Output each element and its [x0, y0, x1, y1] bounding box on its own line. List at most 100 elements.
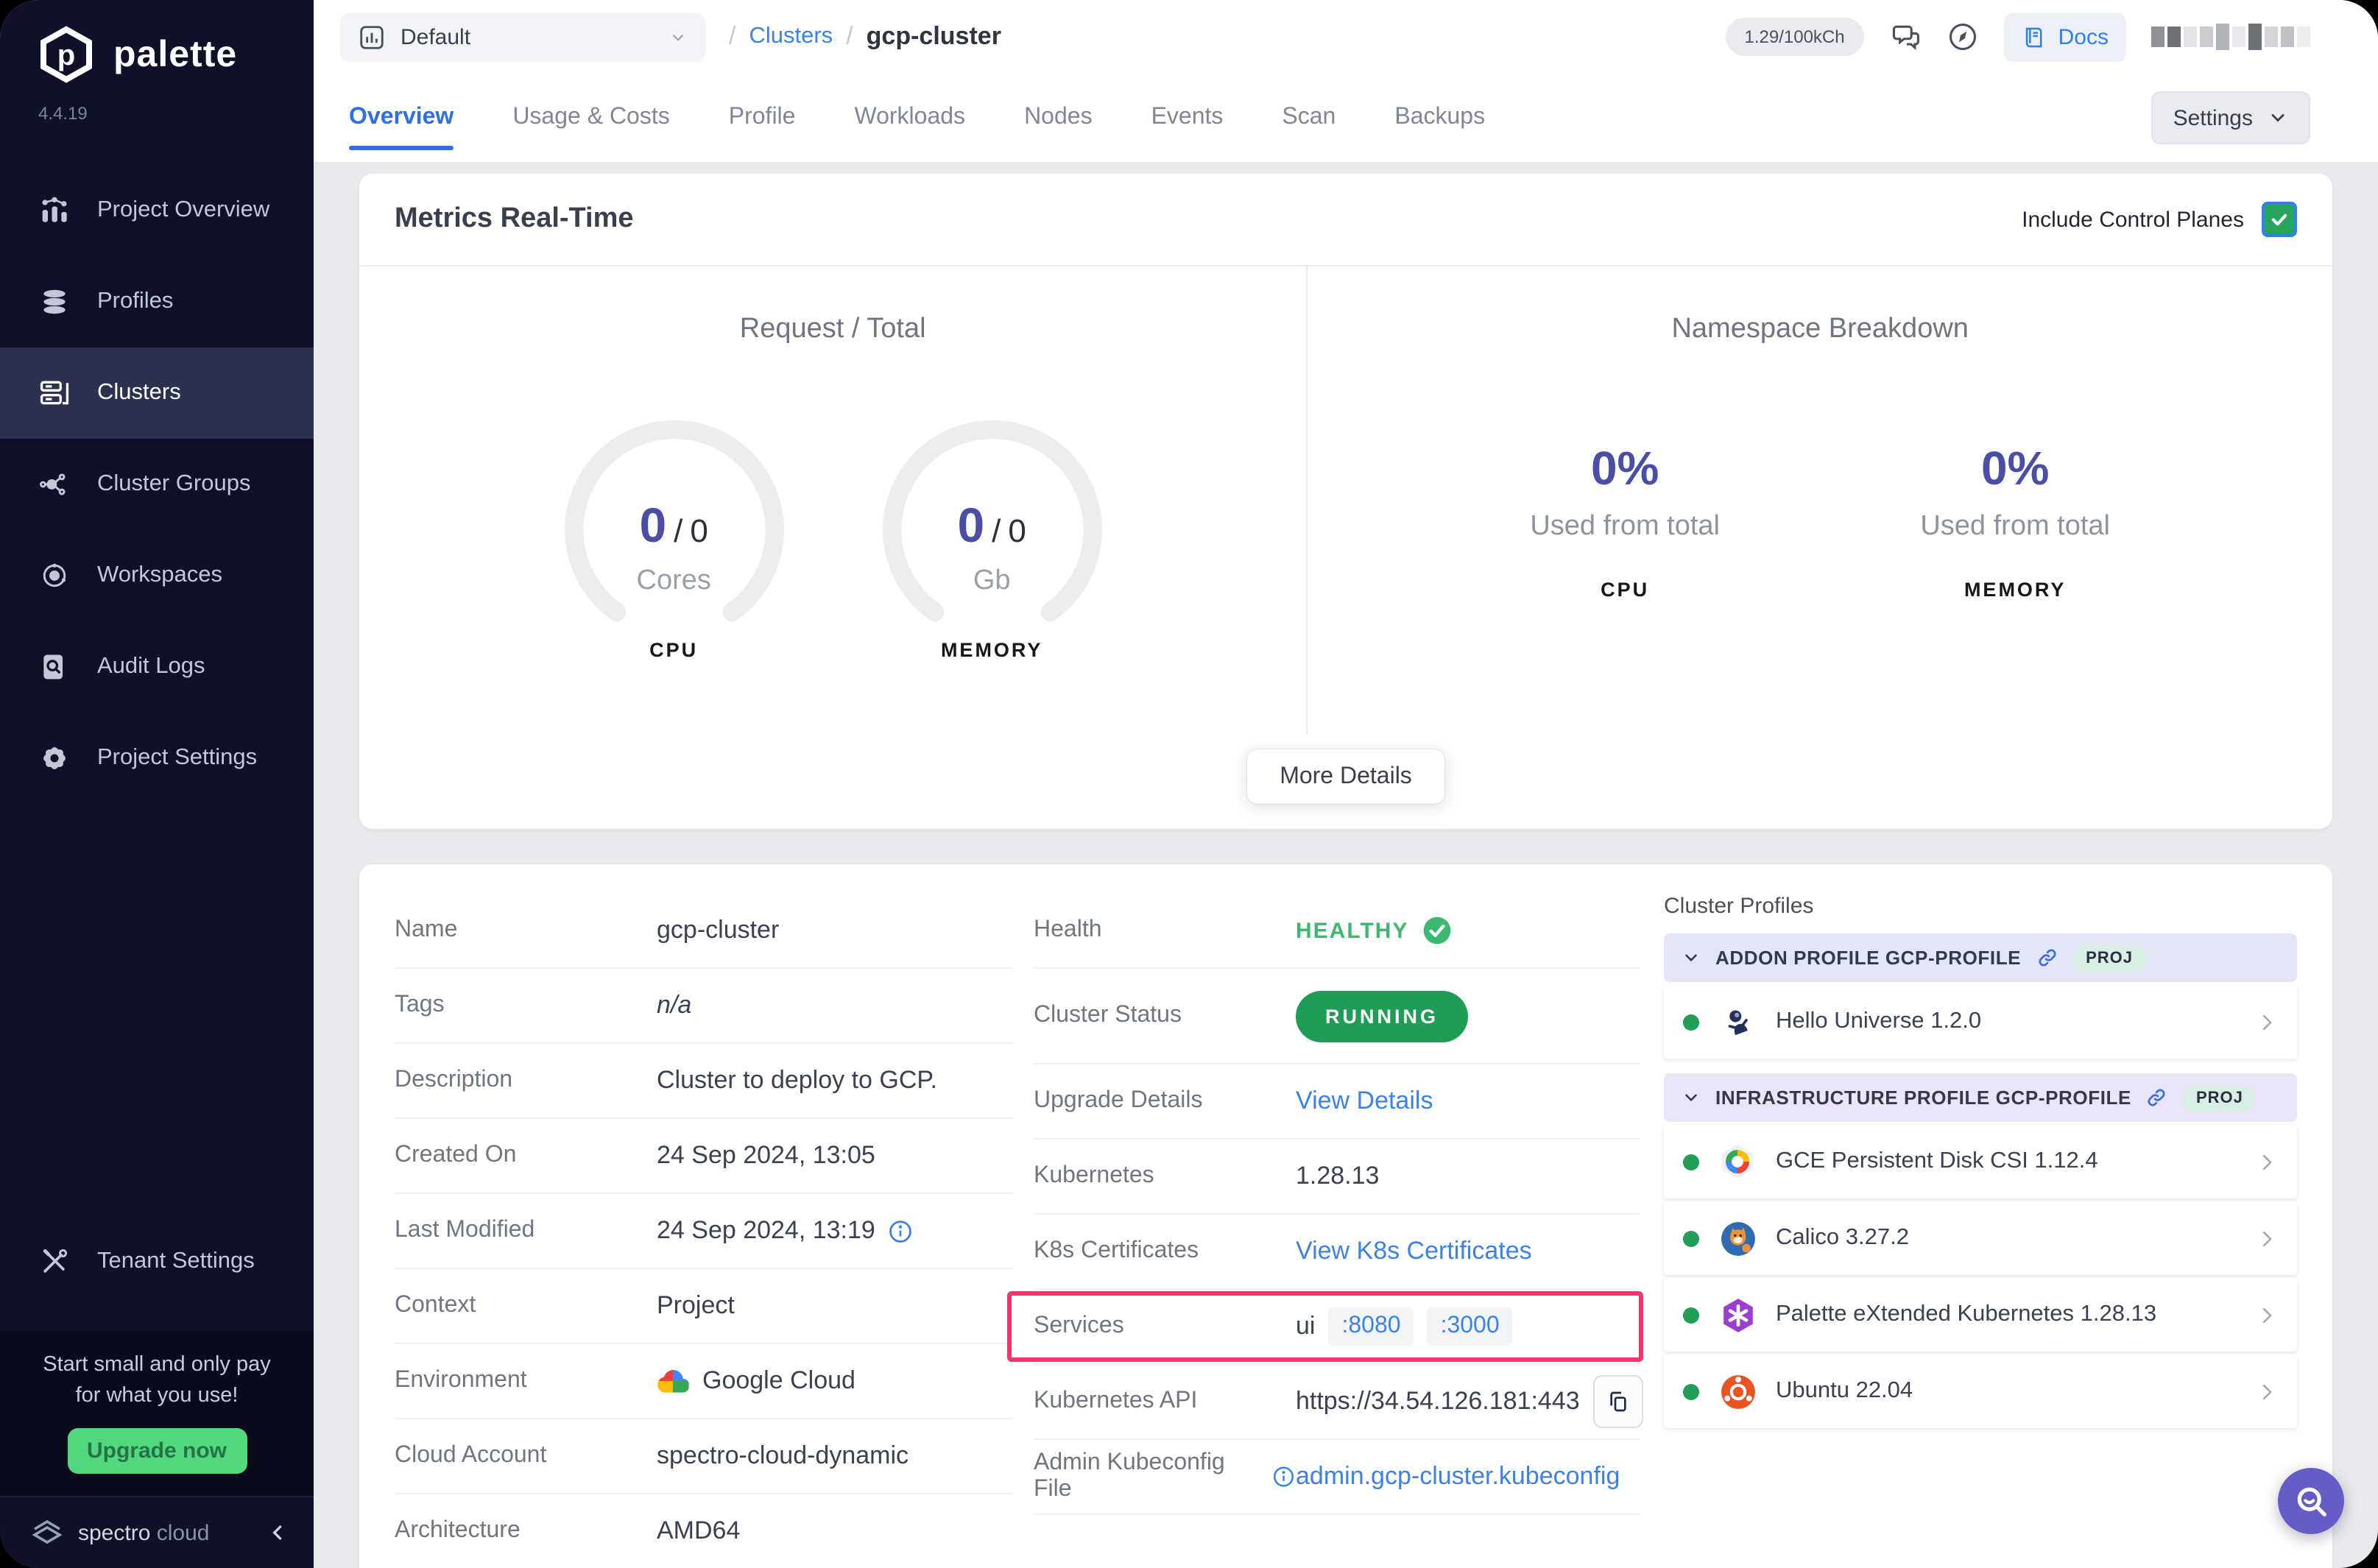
- profile-item-calico[interactable]: Calico 3.27.2: [1664, 1201, 2297, 1275]
- profile-item-gce-disk[interactable]: GCE Persistent Disk CSI 1.12.4: [1664, 1125, 2297, 1198]
- breadcrumb-current: gcp-cluster: [866, 22, 1001, 50]
- promo-text-line1: Start small and only pay: [43, 1352, 271, 1377]
- cluster-profiles-panel: Cluster Profiles ADDON PROFILE GCP-PROFI…: [1664, 894, 2297, 1568]
- tab-workloads[interactable]: Workloads: [854, 74, 965, 162]
- memory-namespace-stat: 0% Used from total MEMORY: [1905, 442, 2125, 601]
- help-fab[interactable]: [2278, 1468, 2344, 1534]
- detail-row-created-on: Created On 24 Sep 2024, 13:05: [395, 1119, 1013, 1194]
- chevron-down-icon: [668, 27, 688, 46]
- status-dot: [1683, 1383, 1699, 1399]
- detail-row-upgrade-details: Upgrade Details View Details: [1034, 1064, 1640, 1140]
- breadcrumb-clusters-link[interactable]: Clusters: [749, 24, 833, 50]
- redacted-username[interactable]: [2151, 24, 2310, 50]
- project-selector[interactable]: Default: [340, 13, 705, 61]
- profile-item-ubuntu[interactable]: Ubuntu 22.04: [1664, 1355, 2297, 1428]
- stat-percent: 0%: [1980, 442, 2050, 495]
- cluster-details-card: Name gcp-cluster Tags n/a Description Cl…: [359, 864, 2332, 1568]
- detail-row-services: Services ui :8080 :3000: [1007, 1290, 1643, 1365]
- gauge-unit: Cores: [636, 565, 711, 596]
- info-icon[interactable]: [889, 1218, 914, 1243]
- chevron-right-icon: [2256, 1011, 2278, 1033]
- profile-item-hello-universe[interactable]: Hello Universe 1.2.0: [1664, 985, 2297, 1059]
- upgrade-now-button[interactable]: Upgrade now: [67, 1428, 247, 1474]
- info-icon[interactable]: [1273, 1465, 1296, 1488]
- sidebar-item-label: Project Settings: [97, 745, 258, 770]
- kubeconfig-download-link[interactable]: admin.gcp-cluster.kubeconfig: [1296, 1462, 1620, 1491]
- view-details-link[interactable]: View Details: [1296, 1087, 1433, 1116]
- sidebar-item-audit-logs[interactable]: Audit Logs: [0, 621, 314, 713]
- detail-row-architecture: Architecture AMD64: [395, 1494, 1013, 1568]
- tab-usage-costs[interactable]: Usage & Costs: [512, 74, 669, 162]
- book-icon: [2022, 24, 2047, 49]
- breadcrumb-separator: /: [846, 22, 853, 50]
- infrastructure-profile-group-header[interactable]: INFRASTRUCTURE PROFILE GCP-PROFILE PROJ: [1664, 1073, 2297, 1122]
- sidebar-item-project-settings[interactable]: Project Settings: [0, 713, 314, 804]
- proj-badge: PROJ: [2072, 944, 2147, 971]
- stat-label: Used from total: [1920, 511, 2110, 542]
- detail-value: 24 Sep 2024, 13:19: [657, 1216, 875, 1244]
- status-dot: [1683, 1307, 1699, 1323]
- profile-pack-name: GCE Persistent Disk CSI 1.12.4: [1776, 1148, 2098, 1173]
- metrics-footer: More Details: [359, 735, 2332, 829]
- tab-nodes[interactable]: Nodes: [1024, 74, 1093, 162]
- sidebar-item-profiles[interactable]: Profiles: [0, 256, 314, 347]
- footer-brand: spectro cloud: [78, 1520, 209, 1545]
- sidebar-item-tenant-settings[interactable]: Tenant Settings: [0, 1216, 314, 1307]
- sidebar-item-clusters[interactable]: Clusters: [0, 347, 314, 439]
- detail-value: Project: [657, 1291, 735, 1319]
- detail-row-admin-kubeconfig: Admin Kubeconfig File admin.gcp-cluster.…: [1034, 1440, 1640, 1515]
- sidebar-item-project-overview[interactable]: Project Overview: [0, 165, 314, 256]
- chat-icon[interactable]: [1889, 21, 1922, 53]
- group-header-label: INFRASTRUCTURE PROFILE GCP-PROFILE: [1715, 1087, 2131, 1109]
- sidebar-footer: spectro cloud: [0, 1496, 314, 1568]
- main-area: Default / Clusters / gcp-cluster 1.29/10…: [314, 0, 2378, 1568]
- sidebar-item-label: Workspaces: [97, 562, 222, 587]
- status-dot: [1683, 1154, 1699, 1170]
- docs-button[interactable]: Docs: [2003, 13, 2126, 61]
- service-port-link[interactable]: :8080: [1328, 1307, 1414, 1346]
- copy-button[interactable]: [1592, 1375, 1643, 1428]
- gear-icon: [37, 741, 72, 776]
- tab-events[interactable]: Events: [1151, 74, 1224, 162]
- sidebar-item-cluster-groups[interactable]: Cluster Groups: [0, 439, 314, 530]
- sidebar-item-label: Audit Logs: [97, 654, 205, 679]
- compass-icon[interactable]: [1947, 21, 1979, 53]
- profile-pack-name: Palette eXtended Kubernetes 1.28.13: [1776, 1302, 2157, 1327]
- profile-pack-name: Calico 3.27.2: [1776, 1225, 1909, 1250]
- profile-item-palette-kubernetes[interactable]: Palette eXtended Kubernetes 1.28.13: [1664, 1278, 2297, 1352]
- tab-scan[interactable]: Scan: [1282, 74, 1336, 162]
- more-details-button[interactable]: More Details: [1247, 749, 1444, 804]
- detail-value: Google Cloud: [702, 1366, 855, 1394]
- sidebar-item-label: Project Overview: [97, 197, 270, 222]
- include-control-planes-checkbox[interactable]: [2262, 202, 2297, 237]
- request-total-section: Request / Total 0/0 Cores CPU 0 / 0 Gb M…: [359, 266, 1308, 735]
- tab-backups[interactable]: Backups: [1394, 74, 1485, 162]
- breadcrumb: / Clusters / gcp-cluster: [729, 22, 1001, 52]
- sidebar-item-label: Cluster Groups: [97, 471, 251, 496]
- stat-percent: 0%: [1590, 442, 1659, 495]
- version-label: 4.4.19: [38, 103, 88, 124]
- addon-profile-group-header[interactable]: ADDON PROFILE GCP-PROFILE PROJ: [1664, 933, 2297, 982]
- content: Metrics Real-Time Include Control Planes…: [314, 162, 2378, 1568]
- collapse-sidebar-button[interactable]: [267, 1521, 290, 1544]
- detail-label: Name: [395, 917, 458, 942]
- sidebar-item-workspaces[interactable]: Workspaces: [0, 530, 314, 621]
- detail-label: Health: [1034, 917, 1102, 942]
- app-window: p palette 4.4.19 Project Overview Profil…: [0, 0, 2378, 1568]
- view-k8s-certificates-link[interactable]: View K8s Certificates: [1296, 1237, 1532, 1266]
- gauge-unit: Gb: [973, 565, 1011, 596]
- service-port-link[interactable]: :3000: [1427, 1307, 1513, 1346]
- detail-row-kubernetes-api: Kubernetes API https://34.54.126.181:443: [1034, 1365, 1643, 1440]
- profile-pack-name: Ubuntu 22.04: [1776, 1378, 1913, 1403]
- settings-button[interactable]: Settings: [2151, 91, 2310, 144]
- tab-overview[interactable]: Overview: [349, 74, 454, 162]
- svg-text:p: p: [57, 39, 75, 71]
- running-status-badge[interactable]: RUNNING: [1296, 990, 1468, 1042]
- top-bar: Default / Clusters / gcp-cluster 1.29/10…: [314, 0, 2378, 74]
- stat-label: Used from total: [1530, 511, 1720, 542]
- detail-value: Cluster to deploy to GCP.: [657, 1066, 938, 1094]
- memory-gauge: 0/0 Gb MEMORY: [875, 414, 1108, 660]
- detail-value: 24 Sep 2024, 13:05: [657, 1141, 875, 1169]
- copy-icon: [1609, 1391, 1626, 1412]
- tab-profile[interactable]: Profile: [729, 74, 796, 162]
